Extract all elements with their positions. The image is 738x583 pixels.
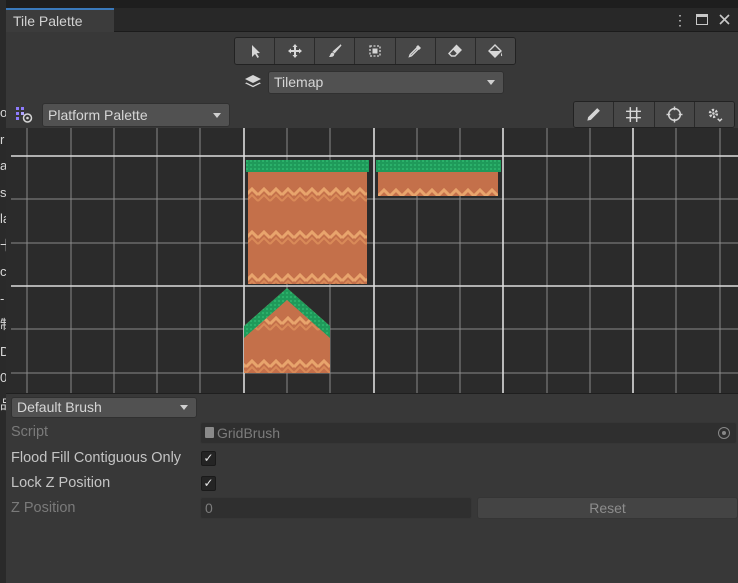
flood-fill-checkbox[interactable]: ✓ bbox=[201, 451, 216, 466]
palette-dropdown[interactable]: Platform Palette bbox=[42, 103, 230, 127]
maximize-icon[interactable] bbox=[694, 10, 710, 30]
window-title: Tile Palette bbox=[13, 13, 83, 29]
select-tool-button[interactable] bbox=[235, 38, 276, 64]
tool-toolbar bbox=[234, 37, 516, 65]
script-value: GridBrush bbox=[217, 425, 281, 441]
brush-dropdown[interactable]: Default Brush bbox=[11, 397, 197, 418]
pencil-icon bbox=[587, 108, 600, 121]
z-position-label: Z Position bbox=[11, 500, 76, 516]
move-icon bbox=[287, 44, 302, 58]
eraser-icon bbox=[448, 44, 463, 57]
tile-slope-peak[interactable] bbox=[244, 288, 330, 373]
box-fill-icon bbox=[369, 45, 381, 57]
paint-tool-button[interactable] bbox=[315, 38, 356, 64]
grid-icon bbox=[626, 107, 642, 122]
script-file-icon bbox=[205, 427, 214, 438]
palette-value: Platform Palette bbox=[48, 107, 148, 123]
active-tilemap-value: Tilemap bbox=[274, 74, 324, 90]
palette-icon bbox=[16, 107, 33, 123]
palette-grid-canvas[interactable] bbox=[6, 128, 738, 393]
chevron-down-icon bbox=[213, 113, 221, 118]
erase-tool-button[interactable] bbox=[435, 38, 476, 64]
lock-z-label: Lock Z Position bbox=[11, 475, 111, 491]
close-icon[interactable] bbox=[716, 10, 732, 30]
paint-bucket-icon bbox=[488, 44, 503, 58]
tile-thin-platform[interactable] bbox=[376, 160, 501, 196]
active-tilemap-dropdown[interactable]: Tilemap bbox=[268, 71, 504, 94]
window-titlebar: Tile Palette ⋮ bbox=[6, 8, 738, 32]
arrow-pointer-icon bbox=[251, 45, 260, 58]
pick-tool-button[interactable] bbox=[395, 38, 436, 64]
flood-fill-label: Flood Fill Contiguous Only bbox=[11, 450, 182, 466]
script-field[interactable]: GridBrush bbox=[200, 422, 737, 444]
tile-palette-window: Tile Palette ⋮ Tilemap Platform Palette … bbox=[6, 8, 738, 583]
z-position-field[interactable]: 0 bbox=[200, 497, 472, 519]
edit-palette-button[interactable] bbox=[574, 102, 615, 127]
object-picker-icon[interactable] bbox=[718, 427, 730, 439]
paintbrush-icon bbox=[328, 44, 342, 57]
toggle-grid-button[interactable] bbox=[614, 102, 655, 127]
z-position-value: 0 bbox=[205, 500, 213, 516]
box-fill-tool-button[interactable] bbox=[355, 38, 396, 64]
palette-settings-button[interactable] bbox=[694, 102, 734, 127]
divider bbox=[6, 393, 738, 394]
toggle-gizmos-button[interactable] bbox=[654, 102, 695, 127]
window-controls: ⋮ bbox=[672, 10, 732, 30]
move-tool-button[interactable] bbox=[275, 38, 316, 64]
script-label: Script bbox=[11, 424, 49, 440]
kebab-menu-icon[interactable]: ⋮ bbox=[672, 10, 688, 30]
palette-tools bbox=[573, 101, 735, 128]
layers-icon bbox=[245, 75, 261, 88]
lock-z-checkbox[interactable]: ✓ bbox=[201, 476, 216, 491]
tile-large-platform[interactable] bbox=[246, 160, 369, 284]
chevron-down-icon bbox=[487, 80, 495, 85]
eyedropper-icon bbox=[408, 45, 422, 58]
gear-icon bbox=[708, 108, 723, 122]
gizmo-icon bbox=[666, 106, 683, 123]
window-tab[interactable]: Tile Palette bbox=[6, 8, 114, 32]
fill-tool-button[interactable] bbox=[475, 38, 515, 64]
reset-button[interactable]: Reset bbox=[477, 497, 738, 519]
grid-major-lines bbox=[11, 128, 738, 393]
brush-value: Default Brush bbox=[17, 399, 102, 415]
chevron-down-icon bbox=[180, 405, 188, 410]
palette-grid[interactable] bbox=[6, 128, 738, 393]
